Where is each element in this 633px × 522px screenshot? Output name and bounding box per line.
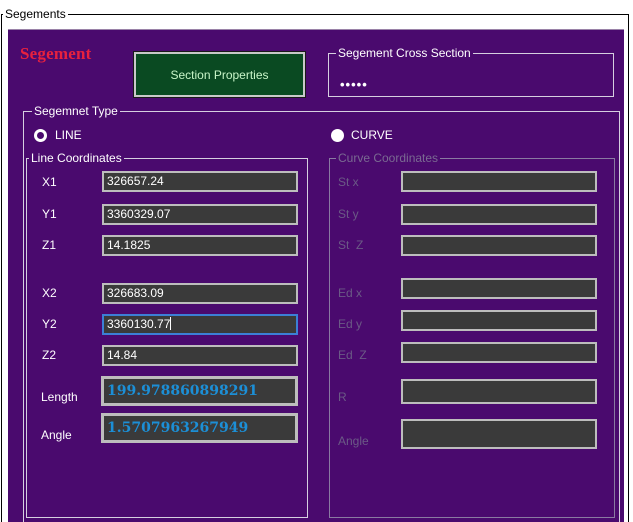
- z1-label: Z1: [42, 238, 57, 252]
- x1-field[interactable]: 326657.24: [102, 171, 298, 192]
- z1-field[interactable]: 14.1825: [102, 235, 298, 256]
- angle-field[interactable]: 1.5707963267949: [101, 413, 298, 443]
- y2-field[interactable]: 3360130.77: [102, 314, 298, 335]
- st-z-field[interactable]: [401, 235, 597, 256]
- ed-y-label: Ed y: [338, 317, 363, 331]
- st-y-label: St y: [338, 207, 359, 221]
- curve-angle-field[interactable]: [401, 419, 597, 449]
- x2-field[interactable]: 326683.09: [102, 283, 298, 304]
- outer-frame-left: [1, 14, 2, 522]
- segements-group-legend: Segements: [3, 7, 68, 21]
- length-label: Length: [41, 390, 78, 404]
- curve-coords-border-left: [329, 158, 330, 518]
- z2-label: Z2: [42, 348, 57, 362]
- x1-label: X1: [42, 175, 57, 189]
- ed-x-field[interactable]: [401, 278, 597, 299]
- length-field[interactable]: 199.978860898291: [101, 376, 298, 406]
- line-coordinates-legend: Line Coordinates: [29, 151, 124, 165]
- line-coords-border-right: [307, 158, 308, 518]
- y1-label: Y1: [42, 207, 57, 221]
- curve-radio-label[interactable]: CURVE: [351, 128, 393, 142]
- ed-x-label: Ed x: [338, 286, 363, 300]
- curve-coordinates-legend: Curve Coordinates: [336, 151, 441, 165]
- segment-type-border-right: [619, 111, 620, 522]
- st-x-field[interactable]: [401, 171, 597, 192]
- st-y-field[interactable]: [401, 204, 597, 225]
- cross-section-border-right: [613, 53, 614, 97]
- cross-section-value: •••••: [340, 77, 368, 92]
- segment-type-legend: Segemnet Type: [32, 104, 120, 118]
- segment-type-border-left: [23, 111, 24, 522]
- y2-field-value: 3360130.77: [107, 317, 171, 331]
- angle-label: Angle: [41, 428, 72, 442]
- cross-section-border-left: [328, 53, 329, 97]
- outer-frame-right: [628, 14, 629, 522]
- curve-angle-label: Angle: [338, 434, 369, 448]
- r-label: R: [338, 390, 347, 404]
- line-radio-label[interactable]: LINE: [55, 128, 82, 142]
- curve-coords-border-right: [614, 158, 615, 518]
- outer-frame-top: [1, 14, 629, 15]
- r-field[interactable]: [401, 379, 597, 404]
- line-coords-border-left: [26, 158, 27, 518]
- ed-y-field[interactable]: [401, 310, 597, 331]
- x2-label: X2: [42, 286, 57, 300]
- curve-radio-button[interactable]: [331, 129, 344, 142]
- ed-z-label: Ed Z: [338, 348, 367, 362]
- st-z-label: St Z: [338, 238, 364, 252]
- segment-panel: Segement Section Properties Segement Cro…: [8, 29, 624, 522]
- y1-field[interactable]: 3360329.07: [102, 204, 298, 225]
- ed-z-field[interactable]: [401, 342, 597, 363]
- line-coords-border-bottom: [26, 517, 308, 518]
- cross-section-border-bottom: [328, 96, 614, 97]
- section-properties-button[interactable]: Section Properties: [133, 51, 306, 98]
- y2-label: Y2: [42, 317, 57, 331]
- cross-section-legend: Segement Cross Section: [336, 46, 473, 60]
- st-x-label: St x: [338, 175, 359, 189]
- curve-coords-border-bottom: [329, 517, 615, 518]
- line-radio-button[interactable]: [34, 129, 47, 142]
- segment-title: Segement: [20, 44, 92, 63]
- z2-field[interactable]: 14.84: [102, 345, 298, 366]
- text-caret: [170, 317, 172, 330]
